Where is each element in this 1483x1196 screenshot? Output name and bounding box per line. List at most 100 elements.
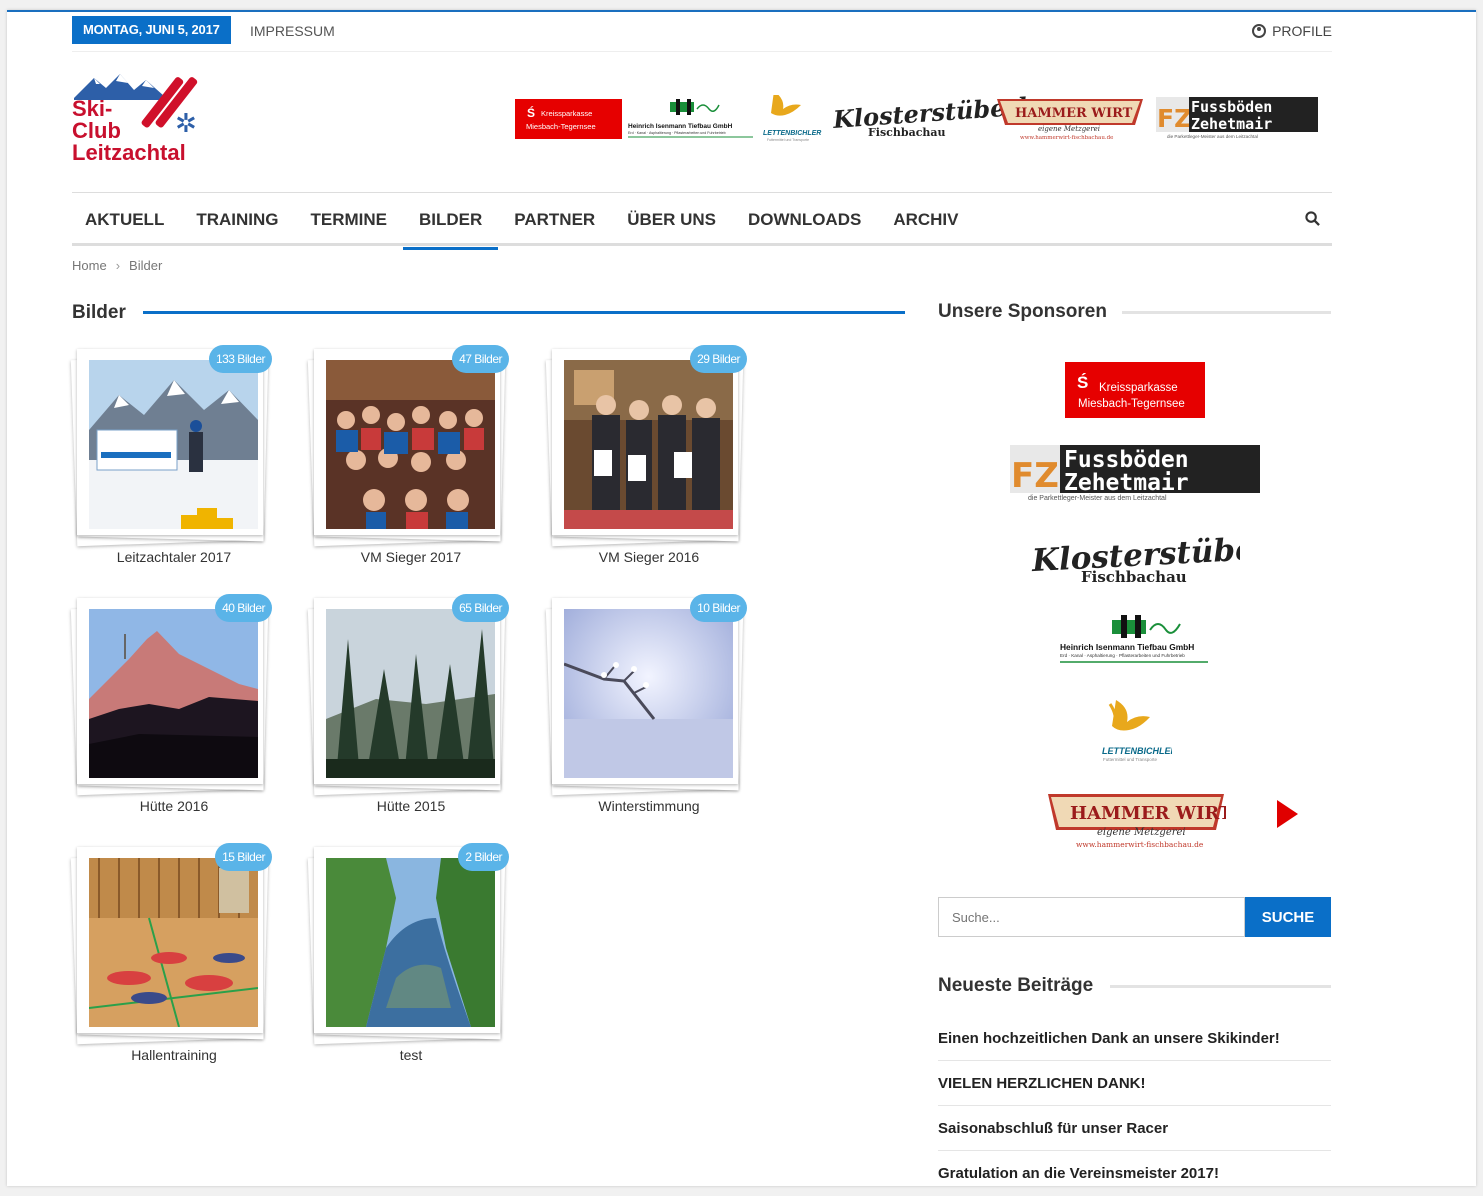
date-badge: MONTAG, JUNI 5, 2017 xyxy=(72,16,231,44)
album-card[interactable]: 29 Bilder VM Sieger 2016 xyxy=(545,345,747,585)
album-title[interactable]: Hütte 2015 xyxy=(309,798,513,814)
svg-text:www.hammerwirt-fischbachau.de: www.hammerwirt-fischbachau.de xyxy=(1020,135,1113,141)
search-icon[interactable] xyxy=(1305,211,1320,226)
album-thumbnail[interactable] xyxy=(564,609,733,778)
breadcrumb-separator: › xyxy=(115,258,121,273)
svg-text:Kreissparkasse: Kreissparkasse xyxy=(1099,382,1178,394)
svg-text:HAMMER WIRT: HAMMER WIRT xyxy=(1070,803,1226,824)
recent-posts-title: Neueste Beiträge xyxy=(938,975,1094,996)
sponsor-isenmann[interactable]: Heinrich Isenmann Tiefbau GmbH Erd · Kan… xyxy=(1058,612,1213,667)
nav-item-training[interactable]: TRAINING xyxy=(180,193,294,247)
album-thumbnail[interactable] xyxy=(326,609,495,778)
recent-post-link[interactable]: Einen hochzeitlichen Dank an unsere Skik… xyxy=(938,1016,1331,1061)
album-title[interactable]: VM Sieger 2017 xyxy=(309,549,513,565)
breadcrumb-current: Bilder xyxy=(129,258,163,273)
sponsor-kreissparkasse[interactable]: Ś Kreissparkasse Miesbach-Tegernsee xyxy=(1065,362,1205,418)
search-input[interactable] xyxy=(938,897,1245,937)
nav-item-partner[interactable]: PARTNER xyxy=(498,193,611,247)
album-thumbnail[interactable] xyxy=(89,609,258,778)
album-title[interactable]: Hütte 2016 xyxy=(72,798,276,814)
sidebar-search: SUCHE xyxy=(938,897,1331,937)
svg-text:die Parkettleger-Meister aus d: die Parkettleger-Meister aus dem Leitzac… xyxy=(1028,495,1167,502)
album-card[interactable]: 47 Bilder VM Sieger 2017 xyxy=(307,345,509,585)
svg-text:Miesbach-Tegernsee: Miesbach-Tegernsee xyxy=(526,122,596,131)
svg-text:Futtermittel und Transporte: Futtermittel und Transporte xyxy=(1103,757,1158,762)
album-thumbnail[interactable] xyxy=(564,360,733,529)
top-bar: MONTAG, JUNI 5, 2017 IMPRESSUM PROFILE xyxy=(72,16,1332,52)
album-thumbnail[interactable] xyxy=(89,360,258,529)
album-title[interactable]: Leitzachtaler 2017 xyxy=(72,549,276,565)
recent-post-link[interactable]: VIELEN HERZLICHEN DANK! xyxy=(938,1061,1331,1106)
sponsors-title: Unsere Sponsoren xyxy=(938,301,1107,322)
album-card[interactable]: 65 Bilder Hütte 2015 xyxy=(307,594,509,834)
svg-text:die Parkettleger-Meister aus d: die Parkettleger-Meister aus dem Leitzac… xyxy=(1167,134,1258,139)
profile-link[interactable]: PROFILE xyxy=(1252,16,1332,46)
image-count-badge: 133 Bilder xyxy=(208,345,272,373)
image-count-badge: 47 Bilder xyxy=(452,345,509,373)
main-nav: AKTUELL TRAINING TERMINE BILDER PARTNER … xyxy=(72,192,1332,250)
sponsor-lettenbichler-small[interactable]: LETTENBICHLER Futtermittel und Transport… xyxy=(763,91,821,142)
album-card[interactable]: 15 Bilder Hallentraining xyxy=(70,843,272,1083)
breadcrumb-home[interactable]: Home xyxy=(72,258,107,273)
sponsor-hammerwirt[interactable]: HAMMER WIRT eigene Metzgerei www.hammerw… xyxy=(1046,790,1226,852)
gallery-title-rule xyxy=(143,311,905,314)
svg-text:eigene Metzgerei: eigene Metzgerei xyxy=(1038,125,1100,133)
sponsor-kreissparkasse-small[interactable]: Ś Kreissparkasse Miesbach-Tegernsee xyxy=(515,99,622,139)
image-count-badge: 29 Bilder xyxy=(690,345,747,373)
image-count-badge: 40 Bilder xyxy=(215,594,272,622)
album-title[interactable]: VM Sieger 2016 xyxy=(547,549,751,565)
recent-post-link[interactable]: Saisonabschluß für unser Racer xyxy=(938,1106,1331,1151)
nav-item-archiv[interactable]: ARCHIV xyxy=(877,193,974,247)
svg-text:Erd · Kanal · Asphaltierung ·: Erd · Kanal · Asphaltierung · Pflasterar… xyxy=(1060,653,1185,658)
search-button[interactable]: SUCHE xyxy=(1245,897,1331,937)
svg-text:FZ: FZ xyxy=(1011,456,1059,496)
recent-posts-title-rule xyxy=(1110,985,1331,988)
album-card[interactable]: 2 Bilder test xyxy=(307,843,509,1083)
impressum-link[interactable]: IMPRESSUM xyxy=(250,16,335,46)
nav-item-downloads[interactable]: DOWNLOADS xyxy=(732,193,877,247)
nav-item-ueber-uns[interactable]: ÜBER UNS xyxy=(611,193,732,247)
svg-text:Ś: Ś xyxy=(1077,373,1088,392)
album-card[interactable]: 10 Bilder Winterstimmung xyxy=(545,594,747,834)
svg-text:Fussböden: Fussböden xyxy=(1191,98,1272,116)
sponsor-hammerwirt-small[interactable]: HAMMER WIRT eigene Metzgerei www.hammerw… xyxy=(997,99,1143,141)
nav-item-bilder[interactable]: BILDER xyxy=(403,193,499,250)
svg-text:Erd · Kanal · Asphaltierung ·: Erd · Kanal · Asphaltierung · Pflasterar… xyxy=(628,131,726,135)
album-thumbnail[interactable] xyxy=(326,360,495,529)
svg-text:www.hammerwirt-fischbachau.de: www.hammerwirt-fischbachau.de xyxy=(1076,840,1204,849)
site-logo[interactable]: ✲ Ski- Club Leitzachtal xyxy=(72,70,207,170)
album-thumbnail[interactable] xyxy=(89,858,258,1027)
gallery-title: Bilder xyxy=(72,302,126,323)
image-count-badge: 65 Bilder xyxy=(452,594,509,622)
svg-text:eigene Metzgerei: eigene Metzgerei xyxy=(1097,827,1186,838)
recent-posts-list: Einen hochzeitlichen Dank an unsere Skik… xyxy=(938,1016,1331,1196)
svg-text:Zehetmair: Zehetmair xyxy=(1064,470,1189,496)
album-title[interactable]: Winterstimmung xyxy=(547,798,751,814)
album-title[interactable]: Hallentraining xyxy=(72,1047,276,1063)
recent-post-link[interactable]: Gratulation an die Vereinsmeister 2017! xyxy=(938,1151,1331,1196)
svg-text:Leitzachtal: Leitzachtal xyxy=(72,140,186,165)
sponsor-klosterstueberl[interactable]: Klosterstüberl Fischbachau xyxy=(1030,528,1240,588)
sponsor-zehetmair[interactable]: FZ Fussböden Zehetmair die Parkettleger-… xyxy=(1010,445,1260,503)
svg-text:Miesbach-Tegernsee: Miesbach-Tegernsee xyxy=(1078,398,1185,410)
svg-text:FZ: FZ xyxy=(1157,104,1192,133)
image-count-badge: 10 Bilder xyxy=(690,594,747,622)
sponsor-isenmann-small[interactable]: Heinrich Isenmann Tiefbau GmbH Erd · Kan… xyxy=(628,99,753,138)
album-thumbnail[interactable] xyxy=(326,858,495,1027)
sponsor-lettenbichler[interactable]: LETTENBICHLER Futtermittel und Transport… xyxy=(1100,698,1172,764)
header-sponsor-strip: Ś Kreissparkasse Miesbach-Tegernsee Hein… xyxy=(515,91,1320,145)
breadcrumb: Home › Bilder xyxy=(72,258,162,273)
sponsor-zehetmair-small[interactable]: FZ Fussböden Zehetmair die Parkettleger-… xyxy=(1156,97,1318,139)
album-title[interactable]: test xyxy=(309,1047,513,1063)
sponsors-title-rule xyxy=(1122,311,1331,314)
svg-text:Ś: Ś xyxy=(527,105,535,120)
album-card[interactable]: 133 Bilder Leitzachtaler 2017 xyxy=(70,345,272,585)
user-icon xyxy=(1252,24,1267,38)
nav-item-termine[interactable]: TERMINE xyxy=(295,193,404,247)
carousel-next-icon[interactable] xyxy=(1276,798,1300,830)
svg-text:Kreissparkasse: Kreissparkasse xyxy=(541,109,592,118)
svg-text:HAMMER WIRT: HAMMER WIRT xyxy=(1015,106,1133,121)
svg-text:Fischbachau: Fischbachau xyxy=(868,126,946,139)
album-card[interactable]: 40 Bilder Hütte 2016 xyxy=(70,594,272,834)
nav-item-aktuell[interactable]: AKTUELL xyxy=(72,193,180,247)
